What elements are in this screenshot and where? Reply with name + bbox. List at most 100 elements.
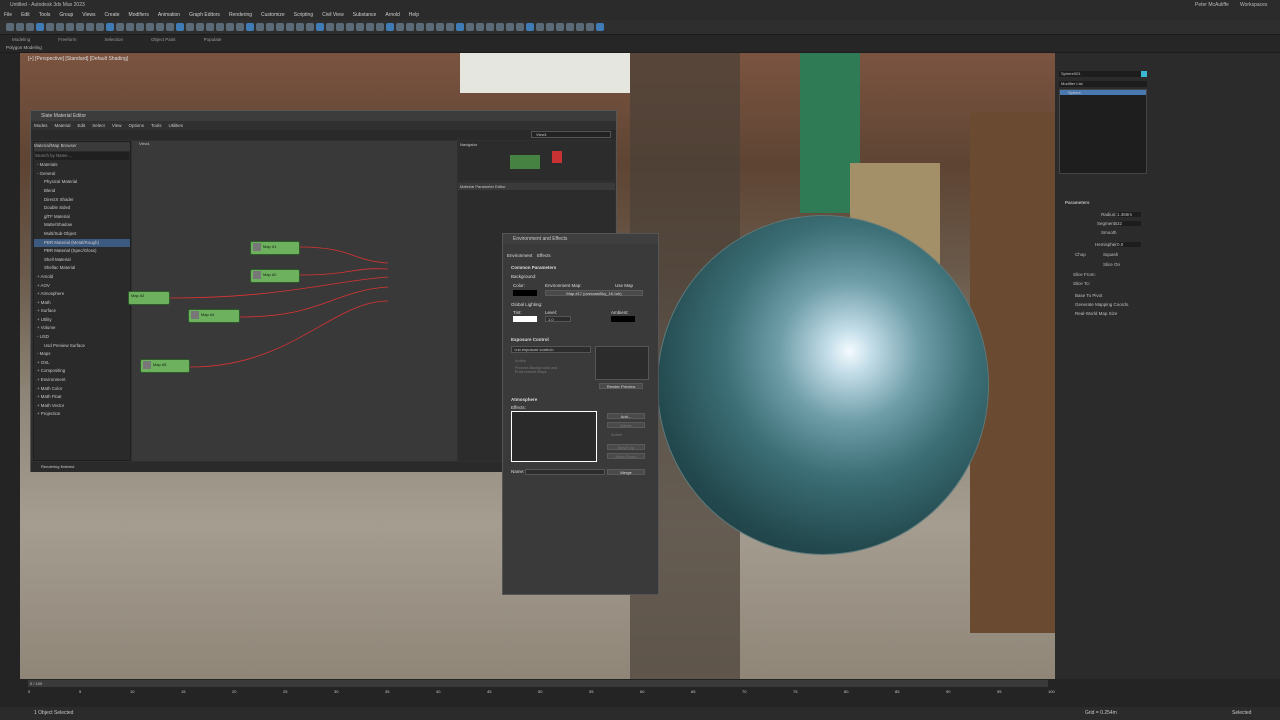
toolbar-button[interactable] [186,23,194,31]
sme-menu-material[interactable]: Material [55,123,71,128]
env-title[interactable]: Environment and Effects [503,234,658,244]
exposure-rollout[interactable]: Exposure Control [511,337,549,342]
slice-on-checkbox[interactable]: Slice On [1103,262,1120,267]
key-filter[interactable]: Selected [1232,707,1251,720]
toolbar-button[interactable] [66,23,74,31]
toolbar-button[interactable] [176,23,184,31]
sme-title[interactable]: Slate Material Editor [31,111,616,121]
toolbar-button[interactable] [596,23,604,31]
env-map-button[interactable]: Map #17 (overcastSky_1K.hdr) [545,290,643,296]
toolbar-button[interactable] [456,23,464,31]
ambient-swatch[interactable] [611,316,635,322]
bg-color-swatch[interactable] [513,290,537,296]
name-field[interactable] [525,469,605,475]
browser-item[interactable]: - Materials [34,161,130,170]
object-color-swatch[interactable] [1141,71,1147,77]
browser-item[interactable]: Multi/Sub-Object [34,230,130,239]
chop-radio[interactable]: Chop [1075,252,1086,257]
env-tab-effects[interactable]: Effects [537,253,551,258]
toolbar-button[interactable] [576,23,584,31]
browser-item[interactable]: - General [34,170,130,179]
add-button[interactable]: Add... [607,413,645,419]
ribbon-tab-selection[interactable]: Selection [105,37,124,42]
menu-item-modifiers[interactable]: Modifiers [129,12,149,18]
browser-item[interactable]: Shellac Material [34,264,130,273]
toolbar-button[interactable] [396,23,404,31]
tint-swatch[interactable] [513,316,537,322]
toolbar-button[interactable] [296,23,304,31]
sme-menu-modes[interactable]: Modes [34,123,48,128]
navigator-preview[interactable] [510,155,540,169]
toolbar-button[interactable] [516,23,524,31]
browser-item[interactable]: Double Sided [34,204,130,213]
browser-item[interactable]: Matte/Shadow [34,221,130,230]
toolbar-button[interactable] [546,23,554,31]
toolbar-button[interactable] [106,23,114,31]
merge-button[interactable]: Merge [607,469,645,475]
toolbar-button[interactable] [526,23,534,31]
toolbar-button[interactable] [436,23,444,31]
user-name[interactable]: Peter McAuliffe [1195,0,1229,10]
toolbar-button[interactable] [116,23,124,31]
sme-menu-edit[interactable]: Edit [78,123,86,128]
toolbar-button[interactable] [76,23,84,31]
browser-item[interactable]: + Atmosphere [34,290,130,299]
toolbar-button[interactable] [36,23,44,31]
toolbar-button[interactable] [6,23,14,31]
menu-item-scripting[interactable]: Scripting [294,12,313,18]
toolbar-button[interactable] [486,23,494,31]
browser-item[interactable]: + AOV [34,282,130,291]
browser-item[interactable]: PBR Material (Metal/Rough) [34,238,130,248]
effects-list[interactable] [511,411,597,462]
modifier-stack[interactable]: Sphere [1059,89,1147,174]
menu-item-substance[interactable]: Substance [353,12,377,18]
toolbar-button[interactable] [356,23,364,31]
hemisphere-spinner[interactable]: 0.0 [1117,242,1141,247]
menu-item-edit[interactable]: Edit [21,12,30,18]
browser-item[interactable]: Blend [34,187,130,196]
timeline[interactable]: 0 / 100 0 5 10 15 20 25 30 35 40 45 50 55 60 65 70 75 80… [0,679,1280,707]
browser-item[interactable]: - Maps [34,350,130,359]
menu-item-tools[interactable]: Tools [39,12,51,18]
toolbar-button[interactable] [496,23,504,31]
menu-item-rendering[interactable]: Rendering [229,12,252,18]
sme-menu-utilities[interactable]: Utilities [169,123,184,128]
browser-item[interactable]: + Volume [34,324,130,333]
menu-item-create[interactable]: Create [105,12,120,18]
view-select[interactable]: View1 [531,131,611,138]
gen-mapping-checkbox[interactable]: Generate Mapping Coords. [1075,302,1129,307]
toolbar-button[interactable] [246,23,254,31]
ribbon-tab-object-paint[interactable]: Object Paint [151,37,176,42]
toolbar-button[interactable] [136,23,144,31]
menu-item-group[interactable]: Group [59,12,73,18]
toolbar-button[interactable] [306,23,314,31]
toolbar-button[interactable] [156,23,164,31]
toolbar-button[interactable] [166,23,174,31]
node-graph-view[interactable]: View1 Map #1 Map #2 Map #3 Map #4 Map #5… [128,141,538,461]
ribbon-tab-populate[interactable]: Populate [204,37,222,42]
env-tab-environment[interactable]: Environment [507,253,532,258]
segments-spinner[interactable]: 32 [1117,221,1141,226]
toolbar-button[interactable] [196,23,204,31]
toolbar-button[interactable] [276,23,284,31]
menu-item-animation[interactable]: Animation [158,12,180,18]
toolbar-button[interactable] [16,23,24,31]
toolbar-button[interactable] [506,23,514,31]
toolbar-button[interactable] [346,23,354,31]
map-node-2[interactable]: Map #2 [250,269,300,283]
real-world-checkbox[interactable]: Real-World Map Size [1075,311,1117,316]
atmosphere-rollout[interactable]: Atmosphere [511,397,537,402]
ribbon-tab-modeling[interactable]: Modeling [12,37,30,42]
toolbar-button[interactable] [556,23,564,31]
toolbar-button[interactable] [266,23,274,31]
toolbar-button[interactable] [286,23,294,31]
process-bg-checkbox[interactable]: Process Background and Environment Maps [515,366,575,374]
textured-sphere[interactable] [658,216,988,554]
toolbar-button[interactable] [226,23,234,31]
ribbon-tab-freeform[interactable]: Freeform [58,37,76,42]
browser-item[interactable]: + Arnold [34,273,130,282]
radius-spinner[interactable]: 1.366m [1117,212,1141,217]
active-effect-checkbox[interactable]: Active [611,432,622,437]
squash-radio[interactable]: Squash [1103,252,1118,257]
sme-menu-options[interactable]: Options [129,123,145,128]
